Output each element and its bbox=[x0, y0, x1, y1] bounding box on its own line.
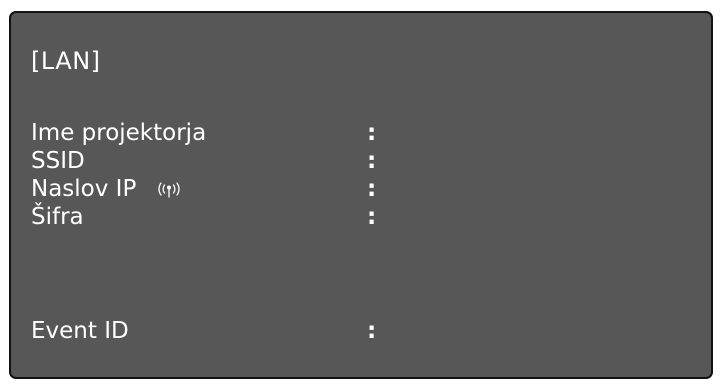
info-row-projector-name: Ime projektorja : bbox=[31, 119, 691, 147]
info-row-ssid: SSID : bbox=[31, 147, 691, 175]
wireless-signal-icon bbox=[152, 177, 186, 198]
row-label: SSID bbox=[31, 148, 85, 174]
screen-title: [LAN] bbox=[31, 47, 101, 75]
row-label: Ime projektorja bbox=[31, 120, 207, 146]
info-row-passphrase: Šifra : bbox=[31, 203, 691, 231]
row-label: Event ID bbox=[31, 318, 129, 344]
lan-info-screen: [LAN] Ime projektorja : SSID : Naslov IP bbox=[9, 11, 713, 379]
row-separator: : bbox=[367, 204, 377, 230]
info-row-event-id: Event ID : bbox=[31, 317, 691, 345]
row-separator: : bbox=[367, 318, 377, 344]
row-label-with-icon: Naslov IP bbox=[31, 175, 186, 203]
row-label: Naslov IP bbox=[31, 176, 137, 202]
row-separator: : bbox=[367, 148, 377, 174]
row-label: Šifra bbox=[31, 204, 84, 230]
info-row-ip-address: Naslov IP : bbox=[31, 175, 691, 203]
row-separator: : bbox=[367, 176, 377, 202]
row-separator: : bbox=[367, 120, 377, 146]
